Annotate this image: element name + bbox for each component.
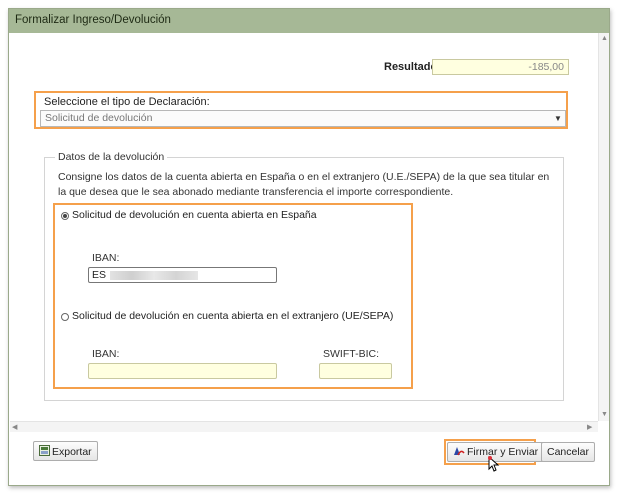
account-options-highlight — [53, 203, 413, 389]
iban-foreign-label: IBAN: — [92, 348, 120, 360]
export-label: Exportar — [52, 446, 92, 458]
chevron-down-icon[interactable]: ▼ — [551, 110, 566, 127]
horizontal-scrollbar[interactable]: ◀ ▶ — [10, 421, 598, 432]
declaration-type-label: Seleccione el tipo de Declaración: — [44, 96, 210, 108]
iban-foreign-input[interactable] — [88, 363, 277, 379]
cancel-label: Cancelar — [547, 446, 590, 458]
radio-foreign[interactable] — [61, 313, 69, 321]
export-button[interactable]: Exportar — [33, 441, 98, 461]
cancel-button[interactable]: Cancelar — [541, 442, 596, 462]
redacted-iban — [110, 270, 199, 280]
resultado-field: -185,00 — [432, 59, 569, 75]
export-icon — [39, 445, 50, 456]
option-spain-label[interactable]: Solicitud de devolución en cuenta abiert… — [72, 209, 317, 221]
datos-devolucion-legend: Datos de la devolución — [55, 151, 168, 163]
vertical-scrollbar[interactable]: ▲ ▼ — [598, 33, 609, 421]
scroll-right-icon[interactable]: ▶ — [587, 423, 592, 431]
scroll-left-icon[interactable]: ◀ — [12, 423, 17, 431]
dialog-title: Formalizar Ingreso/Devolución — [9, 9, 609, 33]
swift-bic-input[interactable] — [319, 363, 392, 379]
mouse-pointer-icon — [488, 456, 500, 472]
resultado-label: Resultado — [384, 61, 438, 73]
radio-spain[interactable] — [61, 212, 69, 220]
sign-send-label: Firmar y Enviar — [467, 446, 539, 458]
scroll-up-icon[interactable]: ▲ — [601, 35, 608, 42]
swift-bic-label: SWIFT-BIC: — [323, 348, 379, 360]
datos-description: Consigne los datos de la cuenta abierta … — [58, 171, 550, 198]
iban-spain-input[interactable]: ES — [88, 267, 277, 283]
declaration-type-select[interactable]: Solicitud de devolución — [40, 110, 552, 127]
iban-spain-value: ES — [92, 269, 107, 281]
scroll-down-icon[interactable]: ▼ — [601, 411, 608, 418]
signature-icon — [454, 447, 465, 456]
option-foreign-label[interactable]: Solicitud de devolución en cuenta abiert… — [72, 310, 393, 322]
iban-spain-label: IBAN: — [92, 252, 120, 264]
